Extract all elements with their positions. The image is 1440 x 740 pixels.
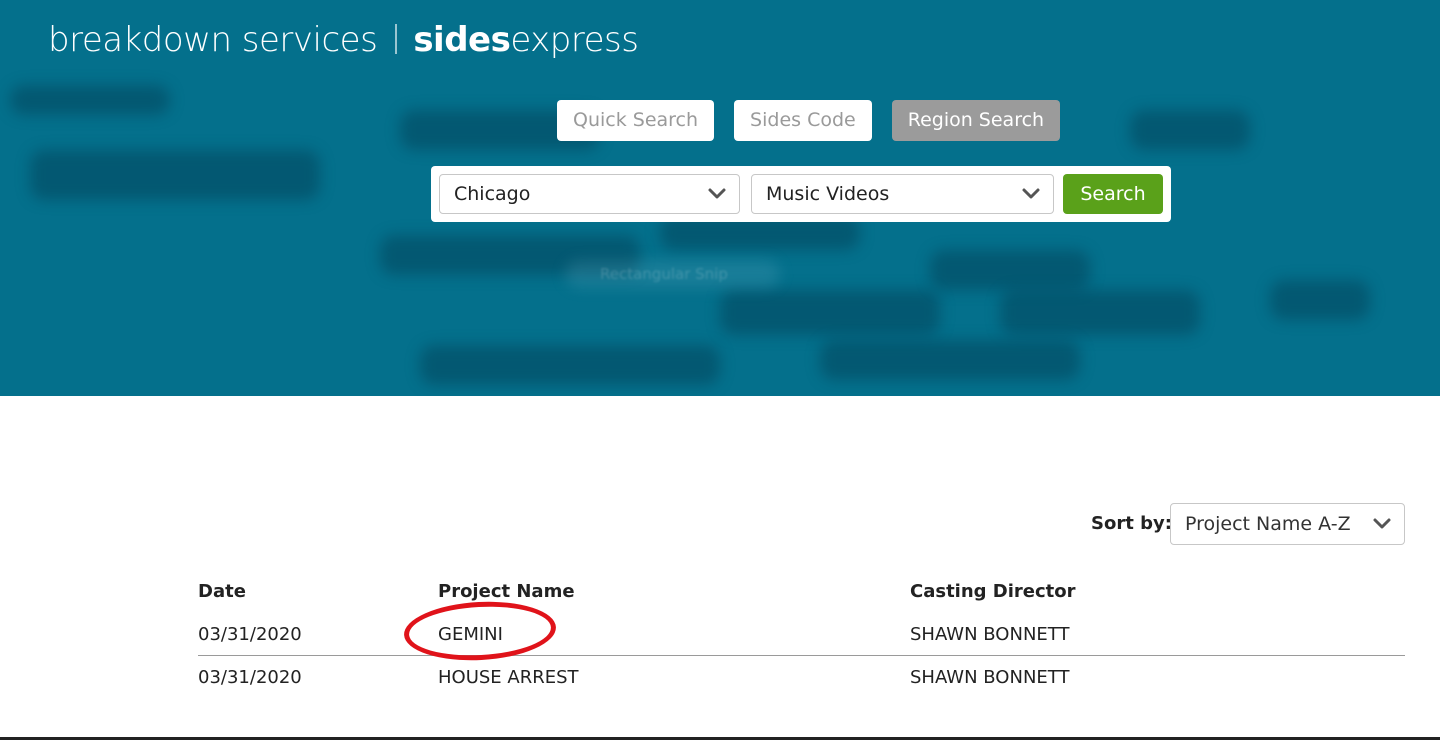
- category-select-value: Music Videos: [766, 183, 890, 205]
- tab-quick-search[interactable]: Quick Search: [557, 100, 715, 141]
- column-header-project-name[interactable]: Project Name: [438, 581, 575, 602]
- hero-banner: Rectangular Snip breakdown services sides…: [0, 0, 1440, 396]
- region-select[interactable]: Chicago: [439, 174, 740, 214]
- chevron-down-icon: [708, 188, 726, 199]
- row-casting-director: SHAWN BONNETT: [910, 624, 1070, 645]
- chevron-down-icon: [1022, 188, 1040, 199]
- search-button[interactable]: Search: [1063, 174, 1163, 214]
- row-date: 03/31/2020: [198, 624, 302, 645]
- search-mode-tabs: Quick Search Sides Code Region Search: [557, 100, 1080, 141]
- row-casting-director: SHAWN BONNETT: [910, 667, 1070, 688]
- sort-label: Sort by:: [1091, 513, 1172, 534]
- row-project-name[interactable]: HOUSE ARREST: [438, 667, 579, 688]
- column-header-date[interactable]: Date: [198, 581, 246, 602]
- background-caption: Rectangular Snip: [600, 265, 728, 283]
- tab-sides-code[interactable]: Sides Code: [734, 100, 872, 141]
- column-header-casting-director[interactable]: Casting Director: [910, 581, 1076, 602]
- site-logo[interactable]: breakdown services sidesexpress: [48, 20, 639, 60]
- region-select-value: Chicago: [454, 183, 531, 205]
- row-divider: [198, 655, 1405, 656]
- sort-select[interactable]: Project Name A-Z: [1170, 503, 1405, 545]
- row-date: 03/31/2020: [198, 667, 302, 688]
- logo-sides: sides: [413, 20, 511, 60]
- logo-divider: [395, 24, 398, 54]
- logo-breakdown: breakdown services: [48, 20, 378, 60]
- search-panel: Chicago Music Videos Search: [431, 166, 1171, 222]
- logo-express: express: [510, 20, 639, 60]
- sort-select-value: Project Name A-Z: [1185, 513, 1351, 535]
- tab-region-search[interactable]: Region Search: [891, 100, 1061, 141]
- category-select[interactable]: Music Videos: [751, 174, 1054, 214]
- chevron-down-icon: [1373, 518, 1391, 529]
